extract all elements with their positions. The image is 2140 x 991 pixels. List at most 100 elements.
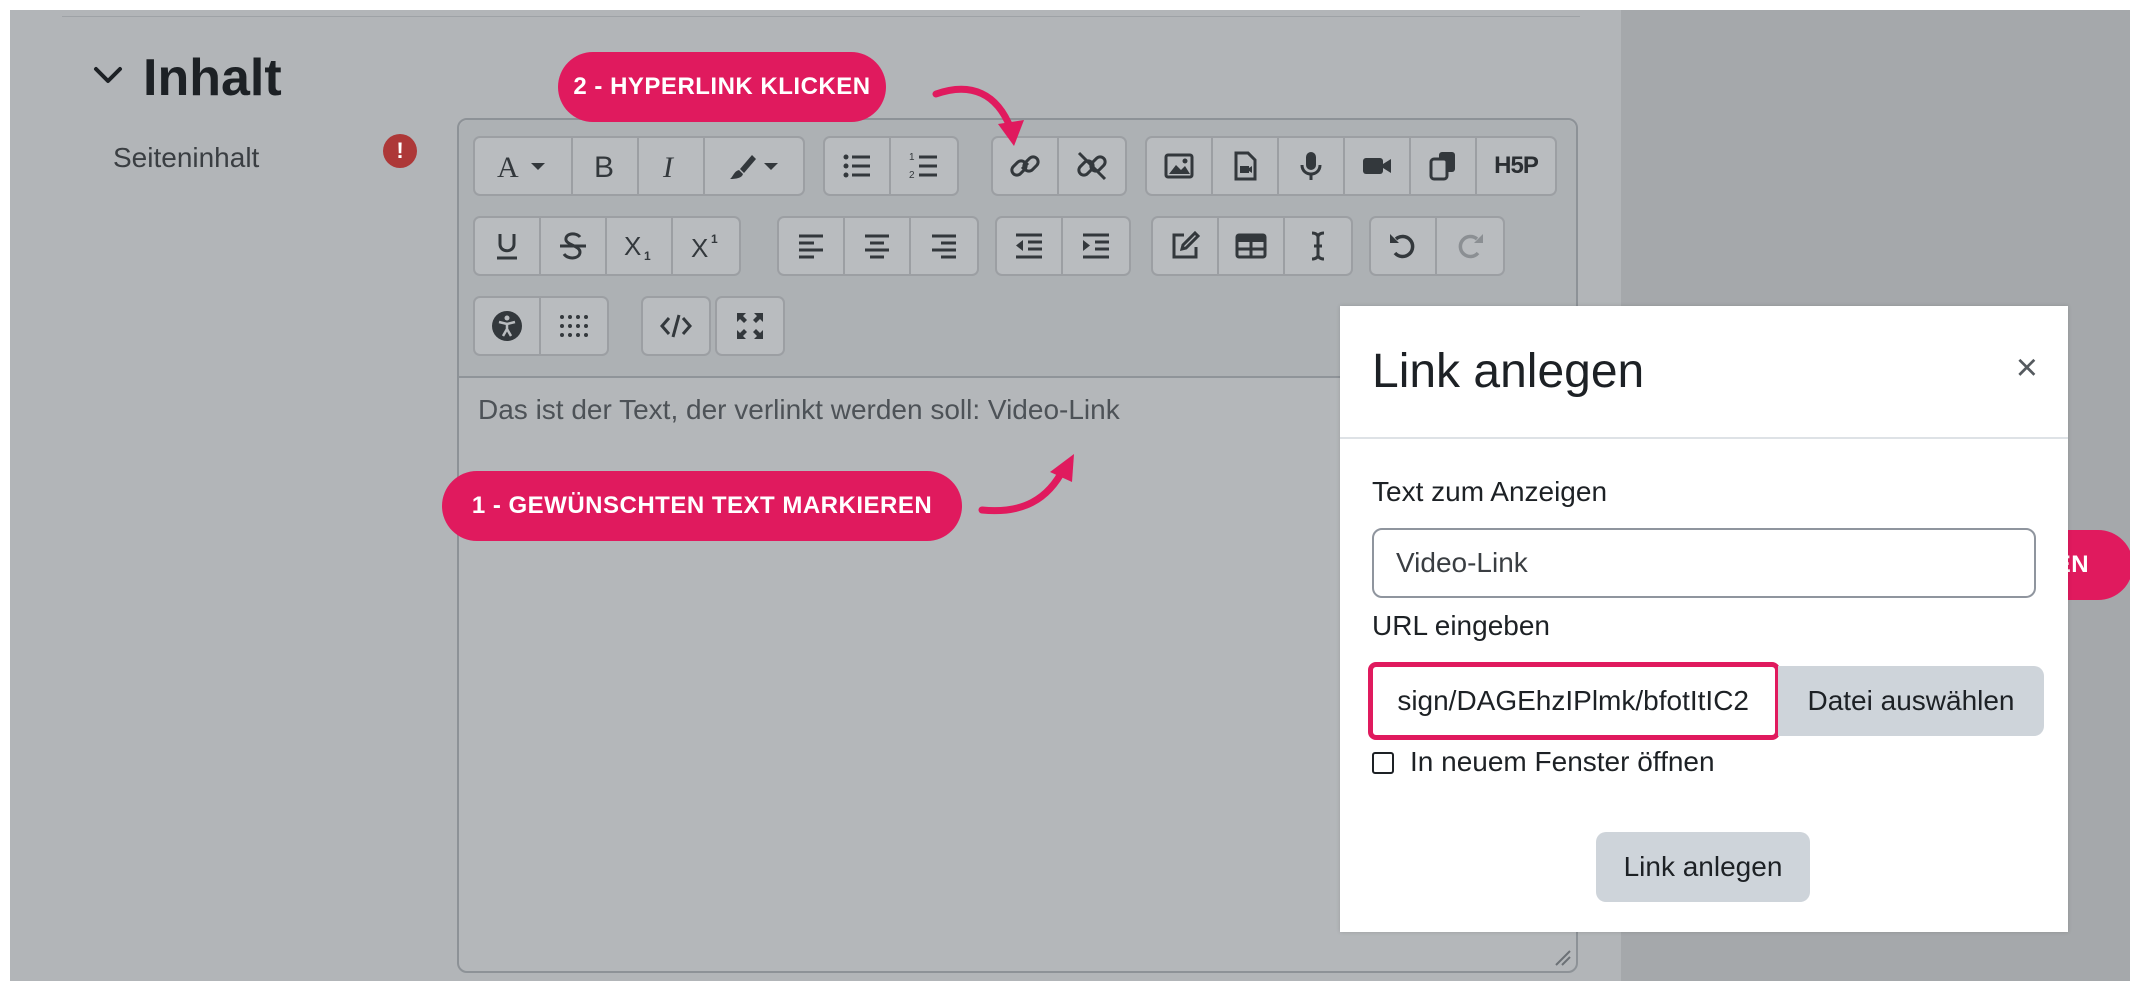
table-icon (1235, 233, 1267, 259)
redo-icon (1458, 234, 1483, 259)
choose-file-button[interactable]: Datei auswählen (1778, 666, 2044, 736)
align-center-icon (865, 234, 889, 259)
accessibility-checker-button[interactable] (475, 298, 541, 354)
align-left-button[interactable] (779, 218, 845, 274)
annotation-step-1: 1 - GEWÜNSCHTEN TEXT MARKIEREN (442, 471, 962, 541)
indent-icon (1083, 233, 1109, 259)
required-icon: ! (383, 134, 417, 168)
annotation-arrow-2-icon (932, 85, 1024, 146)
undo-button[interactable] (1371, 218, 1437, 274)
subscript-button[interactable]: X1 (607, 218, 673, 274)
equation-button[interactable] (1153, 218, 1219, 274)
unordered-list-button[interactable] (825, 138, 891, 194)
record-audio-button[interactable] (1279, 138, 1345, 194)
strikethrough-button[interactable] (541, 218, 607, 274)
accessibility-icon (492, 311, 522, 341)
i-cursor-icon (1311, 231, 1325, 261)
url-input-value: sign/DAGEhzIPlmk/bfotItIC2 (1397, 685, 1749, 716)
outdent-button[interactable] (997, 218, 1063, 274)
toolbar-group-code (641, 296, 711, 356)
toolbar-group-media: H5P (1145, 136, 1557, 196)
svg-text:1: 1 (909, 152, 915, 163)
resize-handle-icon[interactable] (1550, 945, 1572, 967)
fullscreen-button[interactable] (717, 298, 783, 354)
field-label: Seiteninhalt (113, 142, 260, 173)
svg-text:X: X (691, 233, 708, 263)
unlink-button[interactable] (1059, 138, 1125, 194)
link-dialog-header: Link anlegen × (1340, 306, 2068, 439)
svg-text:X: X (624, 231, 641, 261)
font-icon: A (497, 151, 545, 183)
subscript-icon: X1 (624, 231, 651, 263)
editor-content[interactable]: Das ist der Text, der verlinkt werden so… (478, 390, 1120, 430)
strikethrough-icon (560, 232, 586, 260)
superscript-button[interactable]: X1 (673, 218, 739, 274)
pencil-square-icon (1172, 230, 1201, 259)
close-icon[interactable]: × (2016, 348, 2038, 388)
create-link-button[interactable]: Link anlegen (1596, 832, 1810, 902)
insert-media-button[interactable] (1213, 138, 1279, 194)
superscript-icon: X1 (691, 232, 718, 263)
italic-button[interactable]: I (639, 138, 705, 194)
undo-icon (1390, 234, 1415, 259)
new-window-label: In neuem Fenster öffnen (1410, 746, 1715, 777)
h5p-button[interactable]: H5P (1477, 138, 1555, 194)
chevron-down-icon[interactable] (88, 55, 128, 95)
toolbar-group-indent (995, 216, 1131, 276)
svg-text:2: 2 (909, 170, 915, 181)
toolbar-group-fullscreen (715, 296, 785, 356)
align-right-button[interactable] (911, 218, 977, 274)
svg-text:I: I (662, 151, 675, 183)
expand-icon (737, 313, 763, 339)
svg-text:1: 1 (711, 232, 718, 246)
toolbar-group-text: X1 X1 (473, 216, 741, 276)
annotation-step-2: 2 - HYPERLINK KLICKEN (558, 52, 886, 122)
table-button[interactable] (1219, 218, 1285, 274)
record-video-button[interactable] (1345, 138, 1411, 194)
annotation-arrow-1-icon (978, 454, 1074, 515)
grid-dots-icon (560, 315, 588, 337)
brush-icon (730, 155, 778, 179)
indent-button[interactable] (1063, 218, 1129, 274)
video-camera-icon (1363, 158, 1391, 174)
toolbar-group-insert (1151, 216, 1353, 276)
link-dialog: Link anlegen × Text zum Anzeigen Video-L… (1340, 306, 2068, 932)
redo-button[interactable] (1437, 218, 1503, 274)
display-text-label: Text zum Anzeigen (1372, 476, 1608, 507)
section-title: Inhalt (143, 49, 282, 107)
display-text-input[interactable]: Video-Link (1372, 528, 2036, 598)
outdent-icon (1016, 233, 1042, 259)
align-right-icon (932, 234, 956, 259)
bold-icon: B (594, 151, 614, 183)
insert-image-button[interactable] (1147, 138, 1213, 194)
h5p-icon: H5P (1494, 152, 1539, 179)
link-dialog-title: Link anlegen (1372, 345, 1645, 398)
unlink-icon (1077, 151, 1107, 181)
unordered-list-icon (843, 154, 870, 178)
image-icon (1164, 153, 1194, 179)
section-divider (62, 16, 1580, 17)
underline-button[interactable] (475, 218, 541, 274)
bold-button[interactable]: B (573, 138, 639, 194)
html-source-button[interactable] (643, 298, 709, 354)
font-style-button[interactable]: A (475, 138, 573, 194)
url-input[interactable]: sign/DAGEhzIPlmk/bfotItIC2 (1368, 662, 1780, 740)
toolbar-group-format: A B I (473, 136, 805, 196)
new-window-checkbox[interactable] (1372, 752, 1394, 774)
align-left-icon (799, 234, 823, 259)
special-chars-button[interactable] (541, 298, 607, 354)
toolbar-group-history (1369, 216, 1505, 276)
code-icon (660, 314, 692, 338)
italic-icon: I (662, 151, 675, 183)
copy-files-icon (1429, 152, 1455, 181)
microphone-icon (1300, 152, 1322, 180)
svg-text:A: A (497, 151, 519, 183)
toolbar-group-align (777, 216, 979, 276)
manage-files-button[interactable] (1411, 138, 1477, 194)
clear-format-button[interactable] (1285, 218, 1351, 274)
page-overlay: Inhalt Seiteninhalt ! A B I 1 2 H5P X 1 … (10, 10, 2130, 981)
url-label: URL eingeben (1372, 610, 1550, 641)
align-center-button[interactable] (845, 218, 911, 274)
toolbar-group-tools (473, 296, 609, 356)
text-color-button[interactable] (705, 138, 803, 194)
